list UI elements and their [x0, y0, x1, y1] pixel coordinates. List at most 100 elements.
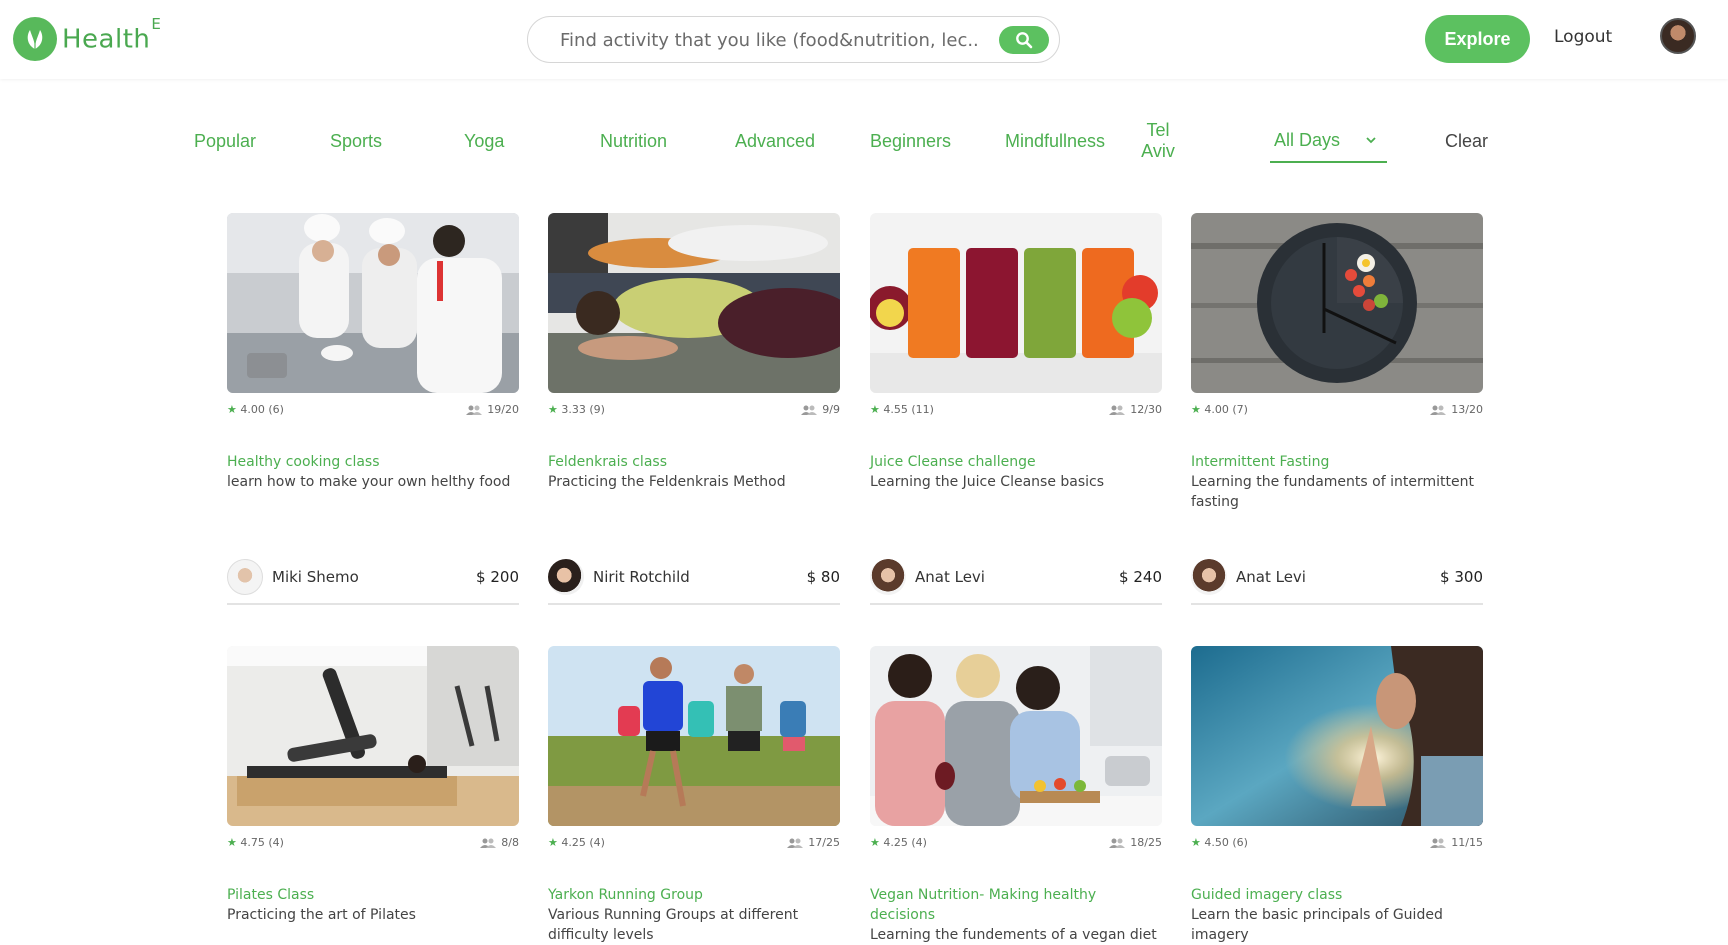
- users-icon: [801, 405, 818, 415]
- card-image-feldenkrais[interactable]: [548, 213, 840, 393]
- chevron-down-icon: [1365, 130, 1377, 151]
- card-host-row: Miki Shemo $ 200: [227, 547, 519, 605]
- card-capacity: 9/9: [801, 403, 840, 416]
- card-host-row: Nirit Rotchild $ 80: [548, 547, 840, 605]
- users-icon: [1109, 405, 1126, 415]
- app-logo[interactable]: HealthE: [13, 14, 162, 61]
- card-title[interactable]: Vegan Nutrition- Making healthy decision…: [870, 885, 1162, 925]
- card-price: $ 240: [1119, 568, 1162, 586]
- filter-sports[interactable]: Sports: [330, 131, 382, 152]
- activity-card[interactable]: ★ 4.25 (4) 17/25 Yarkon Running Group Va…: [548, 646, 840, 945]
- filter-nutrition[interactable]: Nutrition: [600, 131, 667, 152]
- host-name[interactable]: Nirit Rotchild: [593, 568, 690, 586]
- days-select-value: All Days: [1274, 130, 1341, 150]
- card-meta: ★ 4.55 (11) 12/30: [870, 401, 1162, 423]
- days-select[interactable]: All Days: [1270, 120, 1387, 163]
- card-description: Practicing the art of Pilates: [227, 907, 416, 923]
- card-capacity: 13/20: [1430, 403, 1483, 416]
- card-rating: ★ 4.00 (6): [227, 403, 284, 416]
- card-price: $ 80: [806, 568, 840, 586]
- card-price: $ 200: [476, 568, 519, 586]
- star-icon: ★: [870, 403, 880, 416]
- card-title[interactable]: Intermittent Fasting: [1191, 452, 1483, 472]
- card-image-juice[interactable]: [870, 213, 1162, 393]
- card-description: Learning the Juice Cleanse basics: [870, 474, 1105, 490]
- star-icon: ★: [548, 403, 558, 416]
- star-icon: ★: [227, 403, 237, 416]
- host-avatar[interactable]: [548, 559, 584, 595]
- filter-popular[interactable]: Popular: [194, 131, 256, 152]
- card-title[interactable]: Pilates Class: [227, 885, 519, 905]
- card-meta: ★ 4.25 (4) 18/25: [870, 834, 1162, 856]
- card-description: Practicing the Feldenkrais Method: [548, 474, 786, 490]
- activity-card[interactable]: ★ 4.50 (6) 11/15 Guided imagery class Le…: [1191, 646, 1483, 945]
- host-avatar[interactable]: [870, 559, 906, 595]
- star-icon: ★: [548, 836, 558, 849]
- card-title[interactable]: Juice Cleanse challenge: [870, 452, 1162, 472]
- card-capacity: 19/20: [466, 403, 519, 416]
- activity-card[interactable]: ★ 4.00 (6) 19/20 Healthy cooking class l…: [227, 213, 519, 605]
- filter-advanced[interactable]: Advanced: [735, 131, 815, 152]
- card-rating: ★ 4.00 (7): [1191, 403, 1248, 416]
- card-description: Learn the basic principals of Guided ima…: [1191, 907, 1443, 943]
- star-icon: ★: [1191, 403, 1201, 416]
- card-host-row: Anat Levi $ 300: [1191, 547, 1483, 605]
- card-image-pilates[interactable]: [227, 646, 519, 826]
- host-avatar[interactable]: [227, 559, 263, 595]
- top-header: HealthE Explore Logout: [0, 0, 1728, 79]
- leaf-logo-icon: [13, 17, 57, 61]
- card-meta: ★ 4.75 (4) 8/8: [227, 834, 519, 856]
- search-input[interactable]: [560, 27, 980, 53]
- card-description: learn how to make your own helthy food: [227, 474, 511, 490]
- card-capacity: 11/15: [1430, 836, 1483, 849]
- card-rating: ★ 4.75 (4): [227, 836, 284, 849]
- users-icon: [480, 838, 497, 848]
- explore-button[interactable]: Explore: [1425, 15, 1530, 63]
- card-rating: ★ 4.55 (11): [870, 403, 934, 416]
- card-capacity: 12/30: [1109, 403, 1162, 416]
- card-title[interactable]: Yarkon Running Group: [548, 885, 840, 905]
- card-title[interactable]: Guided imagery class: [1191, 885, 1483, 905]
- activity-card[interactable]: ★ 4.25 (4) 18/25 Vegan Nutrition- Making…: [870, 646, 1162, 945]
- host-avatar[interactable]: [1191, 559, 1227, 595]
- card-rating: ★ 4.25 (4): [870, 836, 927, 849]
- card-title[interactable]: Feldenkrais class: [548, 452, 840, 472]
- users-icon: [1109, 838, 1126, 848]
- filter-tel-aviv[interactable]: Tel Aviv: [1140, 120, 1176, 162]
- filter-yoga[interactable]: Yoga: [464, 131, 504, 152]
- card-image-vegan[interactable]: [870, 646, 1162, 826]
- filter-mindfullness[interactable]: Mindfullness: [1005, 131, 1105, 152]
- card-capacity: 17/25: [787, 836, 840, 849]
- search-icon: [1016, 32, 1033, 49]
- card-meta: ★ 3.33 (9) 9/9: [548, 401, 840, 423]
- activity-card[interactable]: ★ 4.55 (11) 12/30 Juice Cleanse challeng…: [870, 213, 1162, 605]
- filter-beginners[interactable]: Beginners: [870, 131, 951, 152]
- card-title[interactable]: Healthy cooking class: [227, 452, 519, 472]
- card-rating: ★ 4.50 (6): [1191, 836, 1248, 849]
- activity-card[interactable]: ★ 3.33 (9) 9/9 Feldenkrais class Practic…: [548, 213, 840, 605]
- card-image-cooking[interactable]: [227, 213, 519, 393]
- users-icon: [787, 838, 804, 848]
- card-meta: ★ 4.25 (4) 17/25: [548, 834, 840, 856]
- activity-card[interactable]: ★ 4.75 (4) 8/8 Pilates Class Practicing …: [227, 646, 519, 925]
- host-name[interactable]: Anat Levi: [1236, 568, 1306, 586]
- card-meta: ★ 4.00 (6) 19/20: [227, 401, 519, 423]
- clear-filters-button[interactable]: Clear: [1445, 131, 1488, 152]
- filter-tel-aviv-line1: Tel: [1146, 120, 1170, 140]
- host-name[interactable]: Miki Shemo: [272, 568, 359, 586]
- card-description: Learning the fundaments of intermittent …: [1191, 474, 1474, 510]
- card-image-guided-imagery[interactable]: [1191, 646, 1483, 826]
- users-icon: [1430, 405, 1447, 415]
- activity-card[interactable]: ★ 4.00 (7) 13/20 Intermittent Fasting Le…: [1191, 213, 1483, 605]
- user-avatar[interactable]: [1660, 18, 1696, 54]
- logo-wordmark: HealthE: [62, 14, 162, 55]
- host-name[interactable]: Anat Levi: [915, 568, 985, 586]
- card-image-fasting[interactable]: [1191, 213, 1483, 393]
- star-icon: ★: [227, 836, 237, 849]
- star-icon: ★: [870, 836, 880, 849]
- card-image-running[interactable]: [548, 646, 840, 826]
- card-meta: ★ 4.50 (6) 11/15: [1191, 834, 1483, 856]
- search-button[interactable]: [999, 26, 1049, 54]
- users-icon: [1430, 838, 1447, 848]
- logout-link[interactable]: Logout: [1554, 27, 1612, 47]
